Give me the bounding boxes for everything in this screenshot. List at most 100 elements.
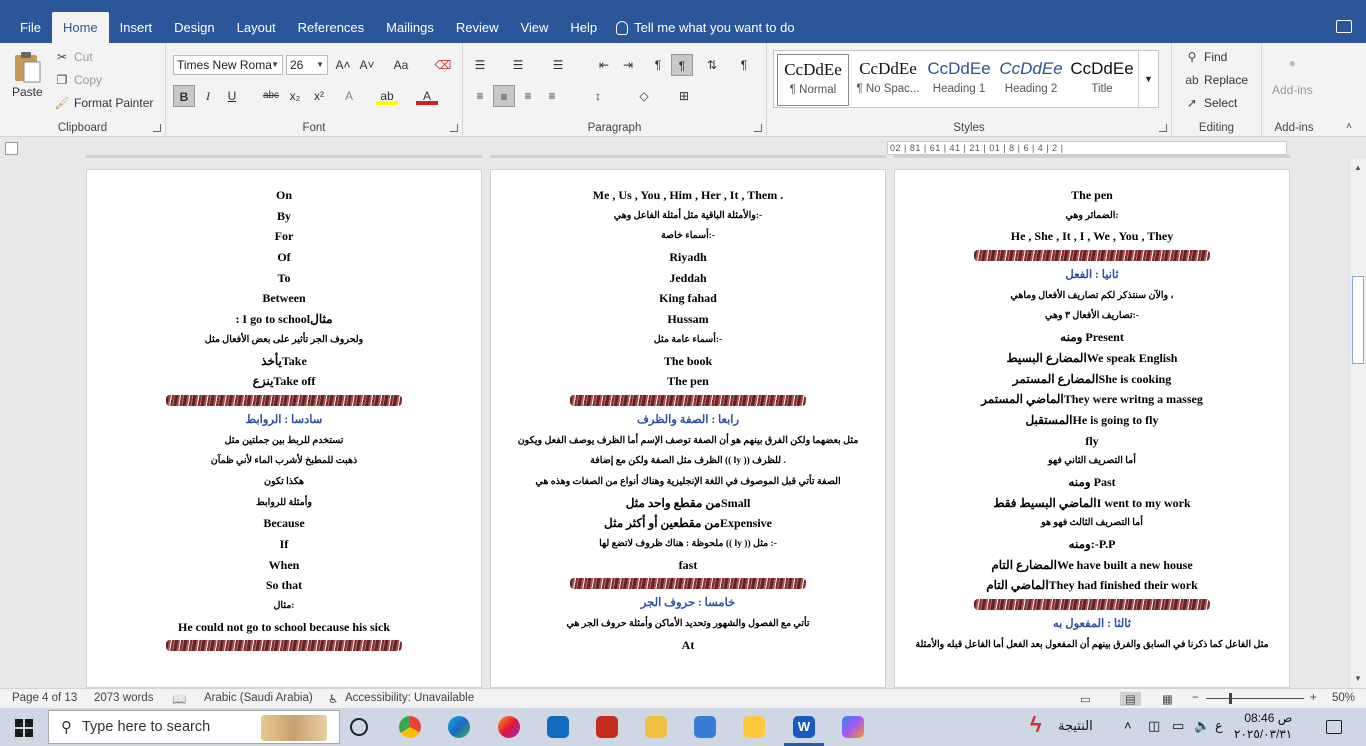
style-normal[interactable]: CcDdEe ¶ Normal	[777, 54, 849, 106]
clipboard-launcher-icon[interactable]	[153, 124, 161, 132]
tab-insert[interactable]: Insert	[109, 12, 164, 43]
network-icon[interactable]: ◫	[1148, 718, 1160, 734]
chrome-icon[interactable]	[399, 716, 421, 738]
tab-references[interactable]: References	[287, 12, 375, 43]
document-page[interactable]: On By For Of To Between: I go to schoolمثال ول…	[86, 169, 482, 688]
tab-mailings[interactable]: Mailings	[375, 12, 445, 43]
rtl-direction-icon[interactable]: ¶	[671, 54, 693, 76]
zoom-slider-track[interactable]	[1206, 698, 1304, 699]
paste-button[interactable]: Paste	[12, 51, 43, 99]
justify-icon[interactable]: ≡	[541, 85, 563, 107]
grow-font-button[interactable]: A˄	[332, 54, 354, 76]
shrink-font-button[interactable]: A˅	[356, 54, 378, 76]
font-size-box[interactable]: 26 ▼	[286, 55, 328, 75]
styles-more-icon[interactable]: ▼	[1138, 51, 1158, 107]
highlight-icon[interactable]: ab	[376, 85, 398, 105]
tab-help[interactable]: Help	[559, 12, 608, 43]
outlook-icon[interactable]	[547, 716, 569, 738]
vertical-scrollbar[interactable]: ▲ ▼	[1349, 159, 1366, 688]
windows-start-icon[interactable]	[15, 719, 33, 737]
italic-button[interactable]: I	[197, 85, 219, 107]
decrease-indent-icon[interactable]: ⇤	[593, 54, 615, 76]
bold-button[interactable]: B	[173, 85, 195, 107]
align-left-icon[interactable]: ≡	[469, 85, 491, 107]
read-mode-icon[interactable]: ▭	[1080, 692, 1091, 706]
document-page[interactable]: Me , Us , You , Him , Her , It , Them . و…	[490, 169, 886, 688]
change-case-button[interactable]: Aa	[386, 54, 416, 76]
firefox-icon[interactable]	[498, 716, 520, 738]
format-painter-button[interactable]: 🖌 Format Painter	[54, 95, 153, 111]
underline-button[interactable]: U	[221, 85, 243, 107]
proofing-icon[interactable]: 📖	[172, 692, 186, 706]
input-method[interactable]: ع	[1215, 718, 1223, 734]
clear-format-icon[interactable]: ⌫	[432, 54, 454, 76]
tab-file[interactable]: File	[9, 12, 52, 43]
superscript-button[interactable]: x²	[308, 85, 330, 107]
style-heading-2[interactable]: CcDdEe Heading 2	[995, 54, 1067, 106]
find-button[interactable]: ⚲ Find	[1184, 49, 1228, 65]
font-launcher-icon[interactable]	[450, 124, 458, 132]
style-heading-1[interactable]: CcDdEe Heading 1	[923, 54, 995, 106]
notifications-icon[interactable]	[1326, 720, 1342, 734]
collapse-ribbon-icon[interactable]: ˄	[1346, 121, 1352, 132]
style-no-spacing[interactable]: CcDdEe ¶ No Spac...	[852, 54, 924, 106]
comments-icon[interactable]	[1336, 20, 1352, 33]
zoom-level[interactable]: 50%	[1332, 692, 1355, 704]
zoom-slider-thumb[interactable]	[1229, 693, 1232, 704]
line-spacing-icon[interactable]: ↕	[587, 85, 609, 107]
anydesk-icon[interactable]	[596, 716, 618, 738]
strikethrough-button[interactable]: abc	[260, 85, 282, 107]
store-icon[interactable]	[694, 716, 716, 738]
replace-button[interactable]: ab Replace	[1184, 72, 1248, 88]
tab-design[interactable]: Design	[163, 12, 225, 43]
chevron-up-icon[interactable]: ˄	[1124, 718, 1132, 733]
bullets-icon[interactable]: ☰	[469, 54, 491, 76]
page-count[interactable]: Page 4 of 13	[12, 692, 77, 704]
text-effects-icon[interactable]: A	[338, 85, 360, 107]
subscript-button[interactable]: x₂	[284, 85, 306, 107]
horizontal-ruler[interactable]: 02 | 81 | 61 | 41 | 21 | 01 | 8 | 6 | 4 …	[887, 141, 1287, 155]
tab-view[interactable]: View	[509, 12, 559, 43]
multilevel-list-icon[interactable]: ☰	[547, 54, 569, 76]
task-view-icon[interactable]	[350, 718, 368, 736]
numbering-icon[interactable]: ☰	[507, 54, 529, 76]
scroll-down-icon[interactable]: ▼	[1353, 674, 1363, 684]
font-color-icon[interactable]: A	[416, 85, 438, 105]
show-marks-icon[interactable]: ¶	[733, 54, 755, 76]
copy-button[interactable]: ❐ Copy	[54, 72, 102, 88]
zoom-out-button[interactable]: −	[1192, 692, 1199, 704]
taskbar-search[interactable]: ⚲ Type here to search	[48, 710, 340, 744]
styles-launcher-icon[interactable]	[1159, 124, 1167, 132]
clock[interactable]: 08:46 ص ٢٠٢٥/٠٣/٣١	[1234, 710, 1292, 742]
style-title[interactable]: CcDdEe Title	[1066, 54, 1138, 106]
zoom-in-button[interactable]: +	[1310, 692, 1317, 704]
scroll-up-icon[interactable]: ▲	[1353, 163, 1363, 173]
file-explorer-icon[interactable]	[645, 716, 667, 738]
folder-icon[interactable]	[743, 716, 765, 738]
cut-button[interactable]: ✂ Cut	[54, 49, 93, 65]
paragraph-launcher-icon[interactable]	[754, 124, 762, 132]
shading-icon[interactable]: ◇	[633, 85, 655, 107]
scroll-thumb[interactable]	[1352, 276, 1364, 364]
copilot-icon[interactable]	[842, 716, 864, 738]
sort-icon[interactable]: ⇅	[701, 54, 723, 76]
battery-icon[interactable]: ▭	[1172, 718, 1184, 734]
ltr-direction-icon[interactable]: ¶	[647, 54, 669, 76]
volume-icon[interactable]: 🔈	[1194, 718, 1210, 734]
weather-result-label[interactable]: النتيجة	[1058, 718, 1093, 734]
increase-indent-icon[interactable]: ⇥	[617, 54, 639, 76]
word-count[interactable]: 2073 words	[94, 692, 153, 704]
addins-button[interactable]: ● Add-ins	[1272, 55, 1313, 97]
tab-selector[interactable]	[5, 142, 18, 155]
select-button[interactable]: ➚ Select	[1184, 95, 1237, 111]
tab-layout[interactable]: Layout	[226, 12, 287, 43]
font-name-box[interactable]: Times New Roma ▼	[173, 55, 283, 75]
tell-me-box[interactable]: Tell me what you want to do	[608, 20, 795, 35]
web-layout-icon[interactable]: ▦	[1162, 692, 1173, 706]
borders-icon[interactable]: ⊞	[673, 85, 695, 107]
align-right-icon[interactable]: ≡	[517, 85, 539, 107]
align-center-icon[interactable]: ≡	[493, 85, 515, 107]
accessibility-status[interactable]: Accessibility: Unavailable	[345, 692, 474, 704]
document-page[interactable]: The pen الضمائر وهي: He , She , It , I , W…	[894, 169, 1290, 688]
word-icon[interactable]: W	[793, 716, 815, 738]
